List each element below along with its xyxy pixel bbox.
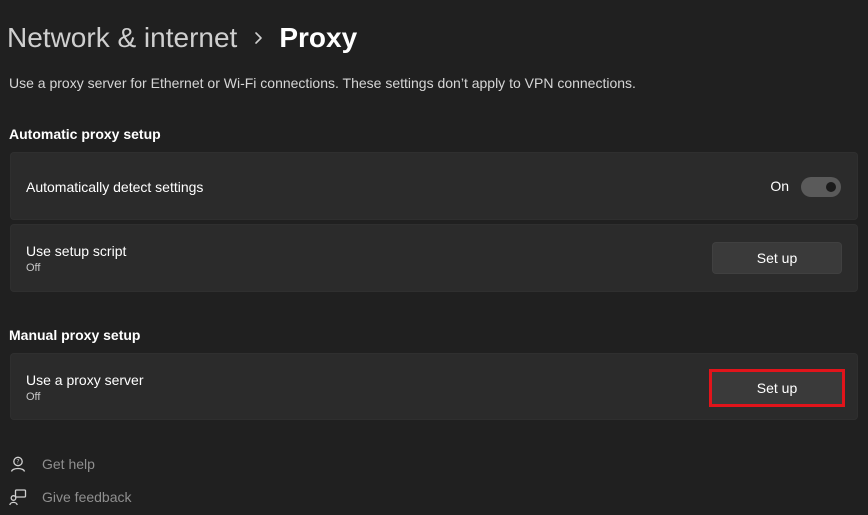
- section-title-automatic: Automatic proxy setup: [9, 126, 161, 142]
- help-person-icon: ?: [8, 454, 28, 474]
- feedback-icon: [8, 487, 28, 507]
- svg-text:?: ?: [16, 459, 19, 466]
- setting-status: Off: [26, 262, 41, 274]
- breadcrumb-network-internet[interactable]: Network & internet: [7, 22, 237, 54]
- give-feedback-link[interactable]: Give feedback: [8, 487, 132, 507]
- get-help-label: Get help: [42, 456, 95, 472]
- chevron-right-icon: [237, 18, 279, 58]
- auto-detect-toggle[interactable]: [801, 177, 841, 197]
- toggle-state-label: On: [770, 178, 789, 194]
- get-help-link[interactable]: ? Get help: [8, 454, 95, 474]
- setting-label: Use a proxy server: [26, 372, 144, 388]
- setting-label: Automatically detect settings: [26, 179, 204, 195]
- proxy-server-setup-button[interactable]: Set up: [709, 369, 845, 407]
- give-feedback-label: Give feedback: [42, 489, 132, 505]
- setting-label: Use setup script: [26, 243, 127, 259]
- setting-proxy-server: Use a proxy server Off Set up: [10, 353, 858, 420]
- setup-script-button[interactable]: Set up: [712, 242, 842, 274]
- setting-status: Off: [26, 391, 41, 403]
- page-description: Use a proxy server for Ethernet or Wi-Fi…: [9, 75, 636, 91]
- setting-setup-script: Use setup script Off Set up: [10, 224, 858, 292]
- page-title: Proxy: [279, 22, 358, 53]
- setting-automatic-detect: Automatically detect settings On: [10, 152, 858, 220]
- section-title-manual: Manual proxy setup: [9, 327, 141, 343]
- toggle-knob: [826, 182, 836, 192]
- breadcrumb: Network & internet Proxy: [7, 18, 357, 58]
